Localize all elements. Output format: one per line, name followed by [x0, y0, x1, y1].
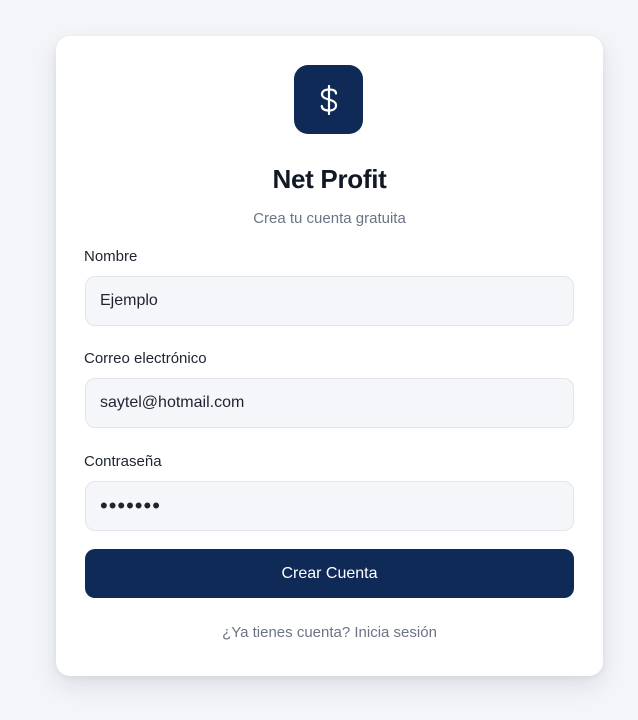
- password-label: Contraseña: [84, 453, 162, 470]
- email-label: Correo electrónico: [84, 350, 207, 367]
- create-account-button[interactable]: Crear Cuenta: [85, 549, 574, 598]
- app-title: Net Profit: [272, 164, 387, 194]
- name-label: Nombre: [84, 248, 138, 265]
- login-link[interactable]: ¿Ya tienes cuenta? Inicia sesión: [56, 624, 603, 641]
- app-subtitle: Crea tu cuenta gratuita: [253, 210, 406, 227]
- password-input[interactable]: [85, 481, 574, 531]
- brand-logo: [294, 65, 363, 134]
- dollar-sign-icon: [320, 84, 337, 115]
- name-input[interactable]: [85, 276, 574, 326]
- signup-card: Net Profit Crea tu cuenta gratuita Nombr…: [56, 36, 603, 676]
- email-input[interactable]: [85, 378, 574, 428]
